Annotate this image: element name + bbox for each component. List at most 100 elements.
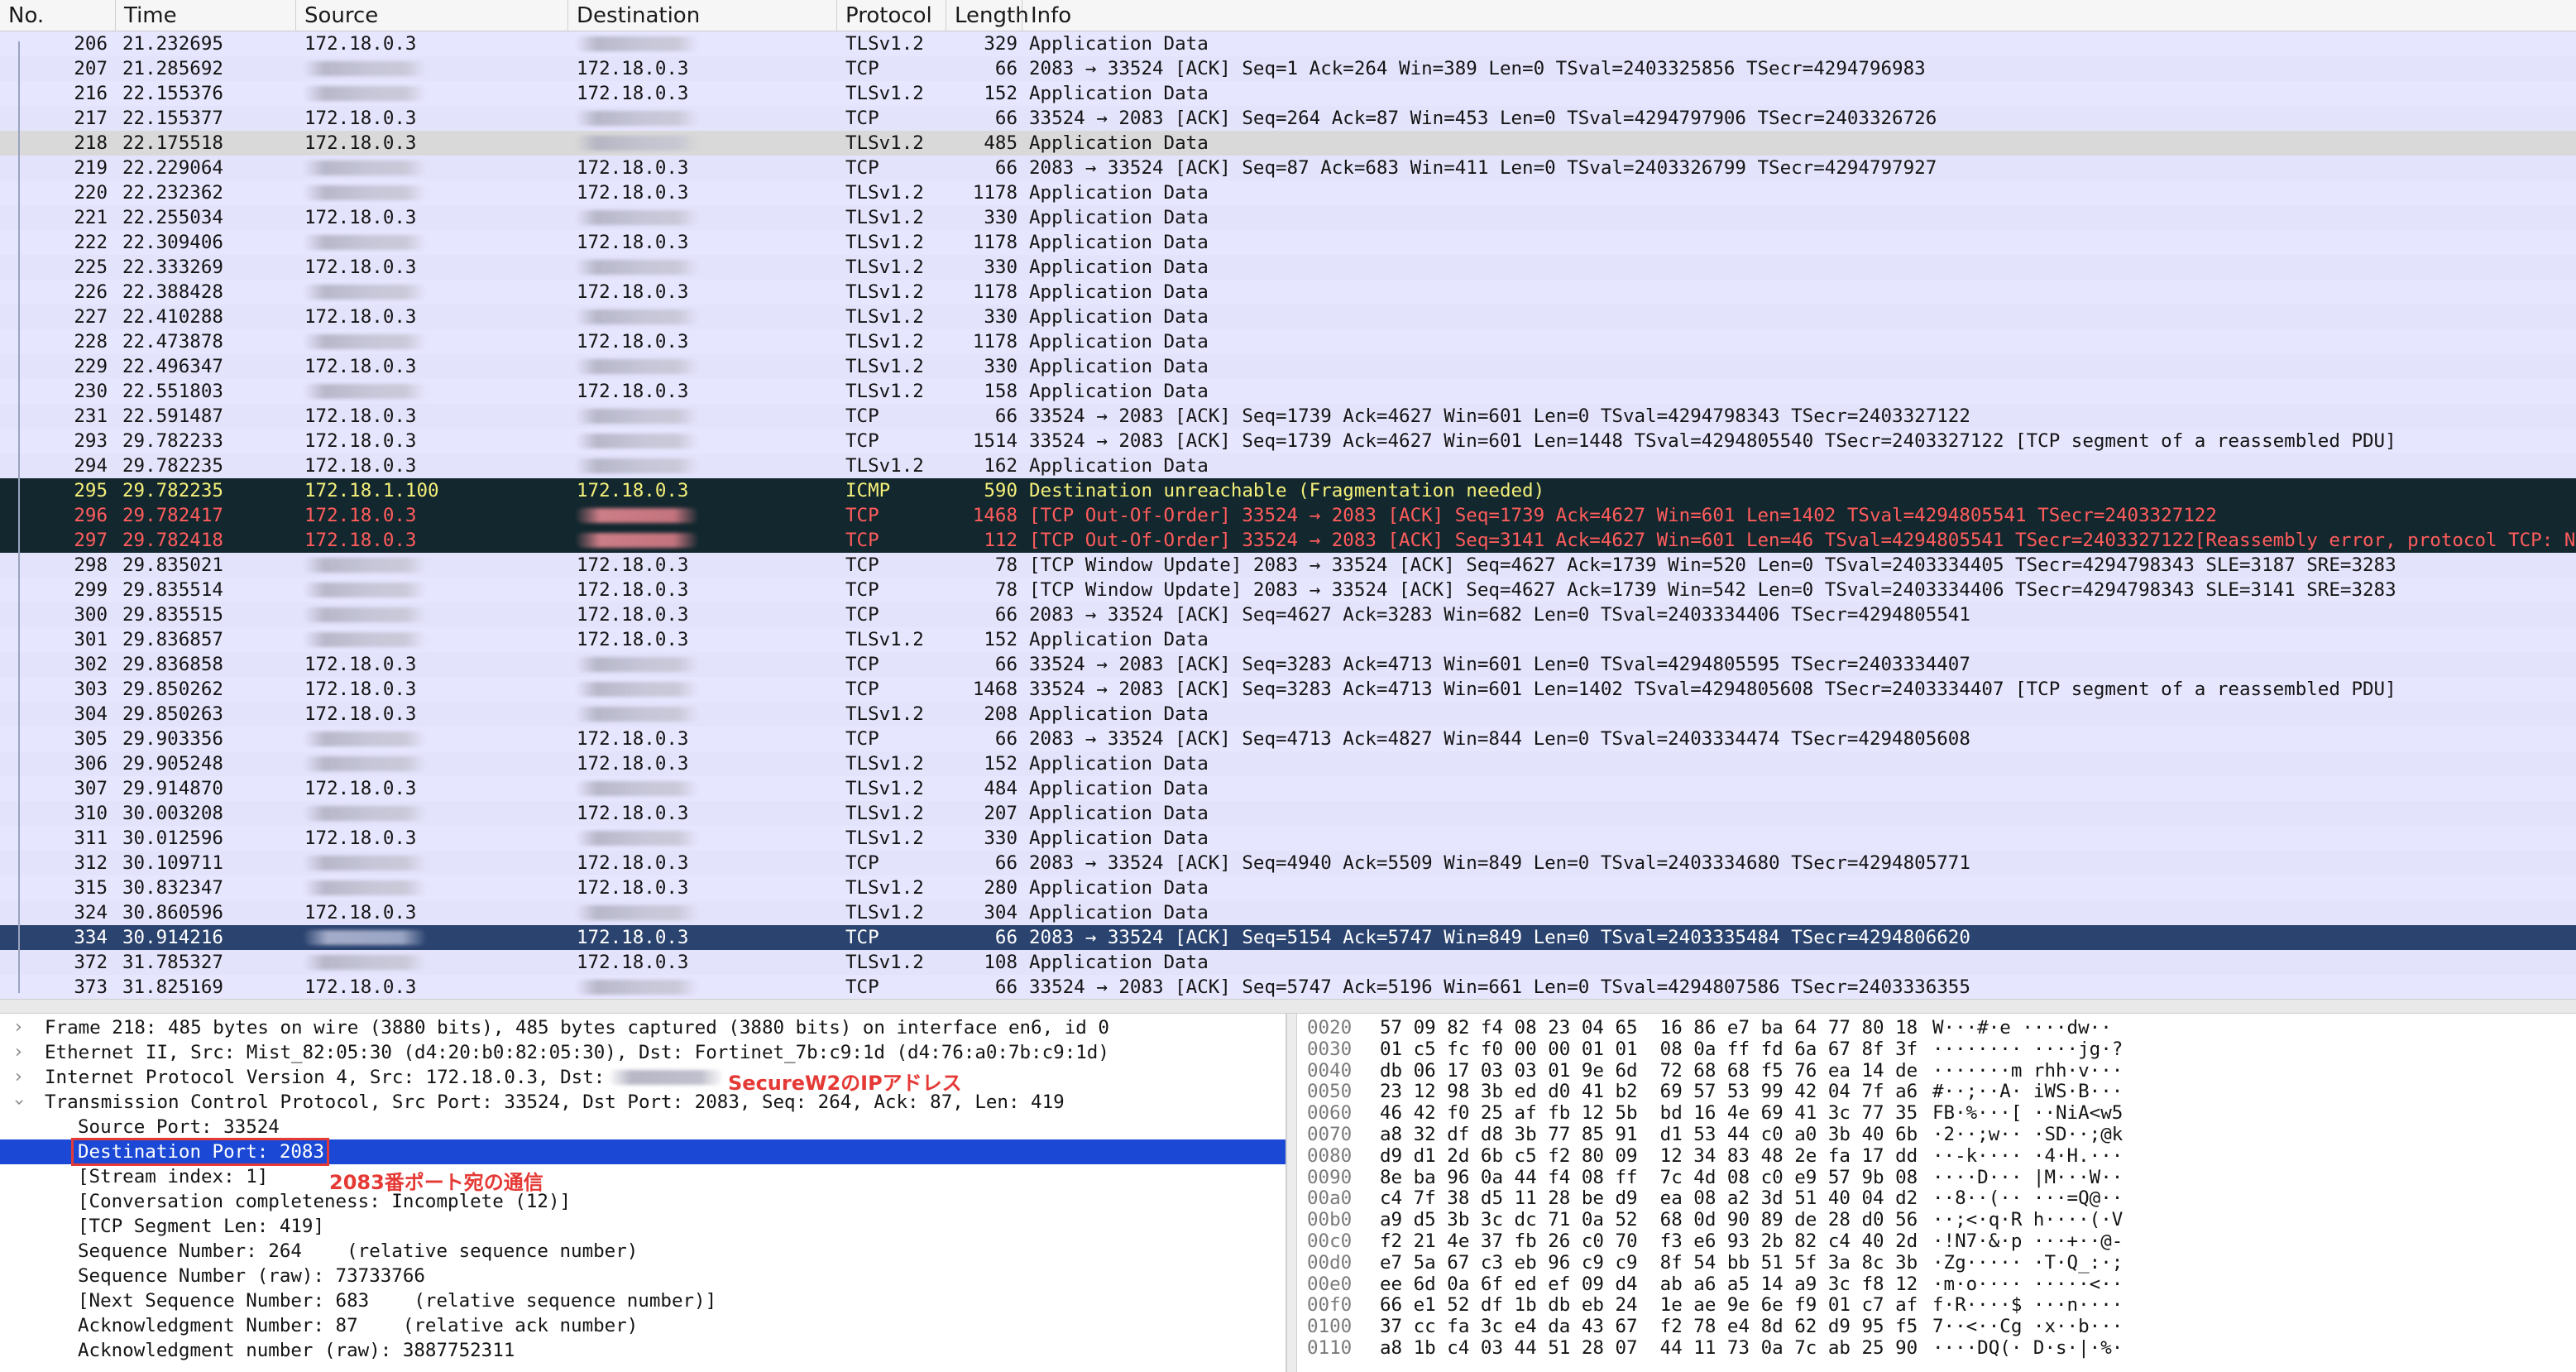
packet-row[interactable]: 226 22.388428 172.18.0.3 TLSv1.2 1178 Applica… xyxy=(0,280,2576,305)
redacted-destination xyxy=(575,533,699,548)
detail-frame[interactable]: › Frame 218: 485 bytes on wire (3880 bit… xyxy=(0,1015,1286,1040)
packet-row[interactable]: 231 22.591487 172.18.0.3 TCP 66 33524 → 2083 … xyxy=(0,404,2576,429)
detail-seq-raw[interactable]: Sequence Number (raw): 73733766 xyxy=(0,1264,1286,1288)
detail-ack[interactable]: Acknowledgment Number: 87 (relative ack … xyxy=(0,1313,1286,1338)
packet-no: 301 xyxy=(74,629,108,650)
packet-destination: 172.18.0.3 xyxy=(577,952,689,973)
packet-row[interactable]: 302 29.836858 172.18.0.3 TCP 66 33524 → 2083 … xyxy=(0,652,2576,677)
column-header-source[interactable]: Source xyxy=(296,0,568,31)
redacted-destination xyxy=(575,434,699,449)
detail-seq[interactable]: Sequence Number: 264 (relative sequence … xyxy=(0,1239,1286,1264)
detail-src-port[interactable]: Source Port: 33524 xyxy=(0,1115,1286,1139)
detail-stream[interactable]: [Stream index: 1] xyxy=(0,1164,1286,1189)
packet-row[interactable]: 299 29.835514 172.18.0.3 TCP 78 [TCP Window U… xyxy=(0,578,2576,602)
chevron-right-icon[interactable]: › xyxy=(15,1040,22,1065)
packet-row[interactable]: 295 29.782235 172.18.1.100 172.18.0.3 ICMP 59… xyxy=(0,478,2576,503)
packet-row[interactable]: 300 29.835515 172.18.0.3 TCP 66 2083 → 33524 … xyxy=(0,602,2576,627)
packet-time: 29.914870 xyxy=(122,778,223,799)
packet-row[interactable]: 230 22.551803 172.18.0.3 TLSv1.2 158 Applicat… xyxy=(0,379,2576,404)
packet-row[interactable]: 310 30.003208 172.18.0.3 TLSv1.2 207 Applicat… xyxy=(0,801,2576,826)
detail-ack-raw[interactable]: Acknowledgment number (raw): 3887752311 xyxy=(0,1338,1286,1363)
column-header-info[interactable]: Info xyxy=(1022,0,2576,31)
detail-conversation[interactable]: [Conversation completeness: Incomplete (… xyxy=(0,1189,1286,1214)
packet-info: 33524 → 2083 [ACK] Seq=1739 Ack=4627 Win… xyxy=(1029,430,2396,452)
packet-row[interactable]: 296 29.782417 172.18.0.3 TCP 1468 [TCP Out-Of… xyxy=(0,503,2576,528)
packet-row[interactable]: 227 22.410288 172.18.0.3 TLSv1.2 330 Applicat… xyxy=(0,305,2576,329)
packet-row[interactable]: 324 30.860596 172.18.0.3 TLSv1.2 304 Applicat… xyxy=(0,900,2576,925)
packet-row[interactable]: 222 22.309406 172.18.0.3 TLSv1.2 1178 Applica… xyxy=(0,230,2576,255)
column-header-destination[interactable]: Destination xyxy=(568,0,837,31)
pane-splitter-horizontal[interactable] xyxy=(0,999,2576,1014)
packet-info: Application Data xyxy=(1029,83,1209,104)
packet-row[interactable]: 372 31.785327 172.18.0.3 TLSv1.2 108 Applicat… xyxy=(0,950,2576,975)
packet-row[interactable]: 301 29.836857 172.18.0.3 TLSv1.2 152 Applicat… xyxy=(0,627,2576,652)
packet-source: 172.18.0.3 xyxy=(304,902,417,923)
hex-row[interactable]: 0110 a8 1b c4 03 44 51 28 07 44 11 73 0a … xyxy=(1297,1336,2576,1360)
packet-row[interactable]: 225 22.333269 172.18.0.3 TLSv1.2 330 Applicat… xyxy=(0,255,2576,280)
column-header-time[interactable]: Time xyxy=(116,0,296,31)
packet-row[interactable]: 221 22.255034 172.18.0.3 TLSv1.2 330 Applicat… xyxy=(0,205,2576,230)
packet-list-pane[interactable]: No. Time Source Destination Protocol Len… xyxy=(0,0,2576,999)
packet-info: Application Data xyxy=(1029,281,1209,303)
packet-protocol: TCP xyxy=(845,579,879,601)
packet-row[interactable]: 297 29.782418 172.18.0.3 TCP 112 [TCP Out-Of-… xyxy=(0,528,2576,553)
packet-row[interactable]: 306 29.905248 172.18.0.3 TLSv1.2 152 Applicat… xyxy=(0,751,2576,776)
packet-info: 33524 → 2083 [ACK] Seq=3283 Ack=4713 Win… xyxy=(1029,679,2396,700)
packet-row[interactable]: 229 22.496347 172.18.0.3 TLSv1.2 330 Applicat… xyxy=(0,354,2576,379)
packet-row[interactable]: 304 29.850263 172.18.0.3 TLSv1.2 208 Applicat… xyxy=(0,702,2576,727)
packet-length: 1468 xyxy=(972,505,1017,526)
column-header-length[interactable]: Length xyxy=(946,0,1029,31)
packet-row[interactable]: 298 29.835021 172.18.0.3 TCP 78 [TCP Window U… xyxy=(0,553,2576,578)
packet-time: 22.155377 xyxy=(122,108,223,129)
packet-row[interactable]: 294 29.782235 172.18.0.3 TLSv1.2 162 Applicat… xyxy=(0,453,2576,478)
packet-row[interactable]: 373 31.825169 172.18.0.3 TCP 66 33524 → 2083 … xyxy=(0,975,2576,999)
packet-row[interactable]: 305 29.903356 172.18.0.3 TCP 66 2083 → 33524 … xyxy=(0,727,2576,751)
packet-bytes-pane[interactable]: 0020 57 09 82 f4 08 23 04 65 16 86 e7 ba … xyxy=(1297,1014,2576,1372)
packet-length: 66 xyxy=(994,108,1017,129)
column-header-protocol[interactable]: Protocol xyxy=(837,0,946,31)
packet-row[interactable]: 217 22.155377 172.18.0.3 TCP 66 33524 → 2083 … xyxy=(0,106,2576,131)
packet-protocol: TLSv1.2 xyxy=(845,778,924,799)
packet-row[interactable]: 293 29.782233 172.18.0.3 TCP 1514 33524 → 208… xyxy=(0,429,2576,453)
detail-next-seq[interactable]: [Next Sequence Number: 683 (relative seq… xyxy=(0,1288,1286,1313)
chevron-right-icon[interactable]: › xyxy=(15,1065,22,1090)
packet-time: 31.825169 xyxy=(122,976,223,998)
packet-length: 78 xyxy=(994,554,1017,576)
packet-row[interactable]: 311 30.012596 172.18.0.3 TLSv1.2 330 Applicat… xyxy=(0,826,2576,851)
packet-info: Application Data xyxy=(1029,902,1209,923)
packet-row[interactable]: 207 21.285692 172.18.0.3 TCP 66 2083 → 33524 … xyxy=(0,56,2576,81)
detail-ip[interactable]: › Internet Protocol Version 4, Src: 172.… xyxy=(0,1065,1286,1090)
packet-row[interactable]: 220 22.232362 172.18.0.3 TLSv1.2 1178 Applica… xyxy=(0,180,2576,205)
packet-length: 330 xyxy=(984,257,1017,278)
redacted-destination xyxy=(575,657,699,672)
packet-row[interactable]: 307 29.914870 172.18.0.3 TLSv1.2 484 Applicat… xyxy=(0,776,2576,801)
chevron-right-icon[interactable]: › xyxy=(15,1015,22,1040)
packet-info: [TCP Out-Of-Order] 33524 → 2083 [ACK] Se… xyxy=(1029,530,2576,551)
packet-row[interactable]: 303 29.850262 172.18.0.3 TCP 1468 33524 → 208… xyxy=(0,677,2576,702)
packet-length: 330 xyxy=(984,207,1017,228)
chevron-down-icon[interactable]: › xyxy=(6,1099,31,1106)
packet-row[interactable]: 315 30.832347 172.18.0.3 TLSv1.2 280 Applicat… xyxy=(0,875,2576,900)
packet-row[interactable]: 206 21.232695 172.18.0.3 TLSv1.2 329 Applicat… xyxy=(0,31,2576,56)
packet-details-pane[interactable]: › Frame 218: 485 bytes on wire (3880 bit… xyxy=(0,1014,1286,1372)
packet-time: 22.229064 xyxy=(122,157,223,179)
packet-time: 29.835021 xyxy=(122,554,223,576)
packet-protocol: TCP xyxy=(845,505,879,526)
packet-protocol: TCP xyxy=(845,654,879,675)
redacted-destination xyxy=(575,831,699,846)
packet-row[interactable]: 334 30.914216 172.18.0.3 TCP 66 2083 → 33524 … xyxy=(0,925,2576,950)
packet-row[interactable]: 216 22.155376 172.18.0.3 TLSv1.2 152 Applicat… xyxy=(0,81,2576,106)
packet-info: 2083 → 33524 [ACK] Seq=87 Ack=683 Win=41… xyxy=(1029,157,1937,179)
column-header-no[interactable]: No. xyxy=(0,0,116,31)
packet-row[interactable]: 219 22.229064 172.18.0.3 TCP 66 2083 → 33524 … xyxy=(0,156,2576,180)
packet-row[interactable]: 218 22.175518 172.18.0.3 TLSv1.2 485 Applicat… xyxy=(0,131,2576,156)
pane-splitter-vertical[interactable] xyxy=(1286,1014,1297,1372)
detail-ethernet[interactable]: › Ethernet II, Src: Mist_82:05:30 (d4:20… xyxy=(0,1040,1286,1065)
detail-seglen-text: [TCP Segment Len: 419] xyxy=(78,1216,325,1237)
packet-row[interactable]: 228 22.473878 172.18.0.3 TLSv1.2 1178 Applica… xyxy=(0,329,2576,354)
packet-row[interactable]: 312 30.109711 172.18.0.3 TCP 66 2083 → 33524 … xyxy=(0,851,2576,875)
detail-tcp[interactable]: › Transmission Control Protocol, Src Por… xyxy=(0,1090,1286,1115)
detail-seglen[interactable]: [TCP Segment Len: 419] xyxy=(0,1214,1286,1239)
packet-protocol: TLSv1.2 xyxy=(845,803,924,824)
redacted-source xyxy=(303,756,427,771)
